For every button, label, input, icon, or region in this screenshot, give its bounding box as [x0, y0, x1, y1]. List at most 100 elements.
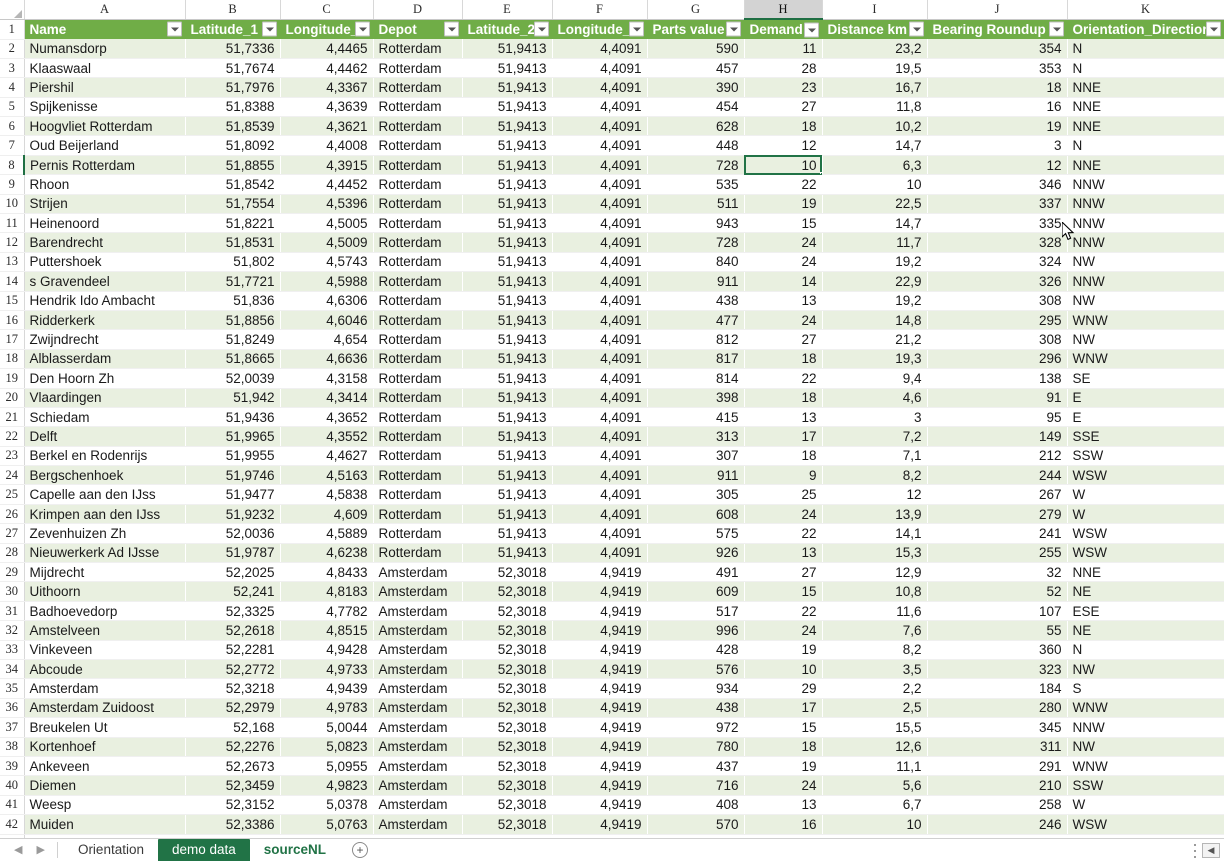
cell-C33[interactable]: 4,9428	[280, 640, 374, 661]
cell-E12[interactable]: 51,9413	[462, 232, 553, 253]
cell-K23[interactable]: SSW	[1067, 446, 1224, 467]
cell-K19[interactable]: SE	[1067, 368, 1224, 389]
cell-I38[interactable]: 12,6	[822, 737, 928, 757]
cell-H40[interactable]: 24	[744, 775, 823, 796]
cell-F7[interactable]: 4,4091	[552, 135, 648, 156]
cell-C31[interactable]: 4,7782	[280, 601, 374, 622]
cell-I2[interactable]: 23,2	[822, 39, 928, 59]
cell-K4[interactable]: NNE	[1067, 77, 1224, 98]
cell-G10[interactable]: 511	[647, 194, 745, 215]
cell-H28[interactable]: 13	[744, 543, 823, 564]
cell-D5[interactable]: Rotterdam	[373, 97, 463, 118]
cell-C39[interactable]: 5,0955	[280, 756, 374, 777]
cell-D6[interactable]: Rotterdam	[373, 116, 463, 137]
cell-C3[interactable]: 4,4462	[280, 58, 374, 79]
cell-D31[interactable]: Amsterdam	[373, 601, 463, 622]
cell-J38[interactable]: 311	[927, 737, 1068, 757]
cell-A25[interactable]: Capelle aan den IJss	[24, 484, 186, 505]
cell-G27[interactable]: 575	[647, 523, 745, 544]
table-row[interactable]: 2 Numansdorp 51,7336 4,4465 Rotterdam 51,9413…	[0, 39, 1224, 59]
cell-C34[interactable]: 4,9733	[280, 659, 374, 680]
sheet-tab-sourcenl[interactable]: sourceNL	[249, 838, 341, 861]
cell-E13[interactable]: 51,9413	[462, 252, 553, 273]
cell-D32[interactable]: Amsterdam	[373, 620, 463, 641]
cell-F4[interactable]: 4,4091	[552, 77, 648, 98]
cell-E23[interactable]: 51,9413	[462, 446, 553, 467]
table-row[interactable]: 19 Den Hoorn Zh 52,0039 4,3158 Rotterdam 51,9…	[0, 368, 1224, 389]
table-row[interactable]: 28 Nieuwerkerk Ad IJsse 51,9787 4,6238 Rotte…	[0, 543, 1224, 564]
table-row[interactable]: 14 s Gravendeel 51,7721 4,5988 Rotterdam 51,9…	[0, 271, 1224, 292]
cell-I42[interactable]: 10	[822, 814, 928, 835]
cell-J16[interactable]: 295	[927, 310, 1068, 331]
cell-J42[interactable]: 246	[927, 814, 1068, 835]
cell-D21[interactable]: Rotterdam	[373, 407, 463, 428]
cell-H17[interactable]: 27	[744, 329, 823, 350]
cell-K33[interactable]: N	[1067, 640, 1224, 661]
row-number[interactable]: 21	[0, 407, 25, 428]
cell-J33[interactable]: 360	[927, 640, 1068, 661]
header-cell-longitude-2[interactable]: Longitude_2	[552, 19, 648, 39]
cell-C6[interactable]: 4,3621	[280, 116, 374, 137]
cell-A20[interactable]: Vlaardingen	[24, 388, 186, 408]
cell-A10[interactable]: Strijen	[24, 194, 186, 215]
cell-G3[interactable]: 457	[647, 58, 745, 79]
cell-K29[interactable]: NNE	[1067, 562, 1224, 583]
table-row[interactable]: 39 Ankeveen 52,2673 5,0955 Amsterdam 52,3018 4…	[0, 756, 1224, 777]
cell-C9[interactable]: 4,4452	[280, 174, 374, 195]
cell-H19[interactable]: 22	[744, 368, 823, 389]
cell-B9[interactable]: 51,8542	[185, 174, 281, 195]
cell-F3[interactable]: 4,4091	[552, 58, 648, 79]
column-header-h[interactable]: H	[744, 0, 823, 20]
table-row[interactable]: 13 Puttershoek 51,802 4,5743 Rotterdam 51,941…	[0, 252, 1224, 273]
cell-B27[interactable]: 52,0036	[185, 523, 281, 544]
cell-G25[interactable]: 305	[647, 484, 745, 505]
filter-dropdown-icon[interactable]	[908, 21, 924, 37]
column-header-b[interactable]: B	[185, 0, 281, 20]
cell-F40[interactable]: 4,9419	[552, 775, 648, 796]
cell-J37[interactable]: 345	[927, 717, 1068, 738]
cell-G8[interactable]: 728	[647, 155, 745, 176]
cell-J35[interactable]: 184	[927, 678, 1068, 699]
cell-B7[interactable]: 51,8092	[185, 135, 281, 156]
cell-B42[interactable]: 52,3386	[185, 814, 281, 835]
scroll-grip-icon[interactable]	[1192, 843, 1198, 858]
table-row[interactable]: 10 Strijen 51,7554 4,5396 Rotterdam 51,9413 4,…	[0, 194, 1224, 215]
cell-D17[interactable]: Rotterdam	[373, 329, 463, 350]
filter-dropdown-icon[interactable]	[725, 21, 741, 37]
cell-K5[interactable]: NNE	[1067, 97, 1224, 118]
column-header-e[interactable]: E	[462, 0, 553, 20]
table-row[interactable]: 9 Rhoon 51,8542 4,4452 Rotterdam 51,9413 4,409…	[0, 174, 1224, 195]
filter-dropdown-icon[interactable]	[533, 21, 549, 37]
cell-C22[interactable]: 4,3552	[280, 426, 374, 447]
cell-H20[interactable]: 18	[744, 388, 823, 408]
cell-C7[interactable]: 4,4008	[280, 135, 374, 156]
cell-C29[interactable]: 4,8433	[280, 562, 374, 583]
cell-B18[interactable]: 51,8665	[185, 349, 281, 370]
cell-F2[interactable]: 4,4091	[552, 39, 648, 59]
cell-D40[interactable]: Amsterdam	[373, 775, 463, 796]
cell-B20[interactable]: 51,942	[185, 388, 281, 408]
row-number[interactable]: 40	[0, 775, 25, 796]
cell-D16[interactable]: Rotterdam	[373, 310, 463, 331]
cell-E18[interactable]: 51,9413	[462, 349, 553, 370]
row-number[interactable]: 1	[0, 19, 25, 40]
row-number[interactable]: 31	[0, 601, 25, 622]
cell-K14[interactable]: NNW	[1067, 271, 1224, 292]
cell-A12[interactable]: Barendrecht	[24, 232, 186, 253]
table-row[interactable]: 40 Diemen 52,3459 4,9823 Amsterdam 52,3018 4,9…	[0, 775, 1224, 796]
cell-I24[interactable]: 8,2	[822, 465, 928, 486]
cell-A4[interactable]: Piershil	[24, 77, 186, 98]
cell-I26[interactable]: 13,9	[822, 504, 928, 525]
cell-A24[interactable]: Bergschenhoek	[24, 465, 186, 486]
cell-D24[interactable]: Rotterdam	[373, 465, 463, 486]
cell-H29[interactable]: 27	[744, 562, 823, 583]
cell-C2[interactable]: 4,4465	[280, 39, 374, 59]
table-row[interactable]: 35 Amsterdam 52,3218 4,9439 Amsterdam 52,3018…	[0, 678, 1224, 699]
cell-K6[interactable]: NNE	[1067, 116, 1224, 137]
cell-D22[interactable]: Rotterdam	[373, 426, 463, 447]
cell-F12[interactable]: 4,4091	[552, 232, 648, 253]
cell-J29[interactable]: 32	[927, 562, 1068, 583]
row-number[interactable]: 37	[0, 717, 25, 738]
cell-B26[interactable]: 51,9232	[185, 504, 281, 525]
cell-A11[interactable]: Heinenoord	[24, 213, 186, 234]
